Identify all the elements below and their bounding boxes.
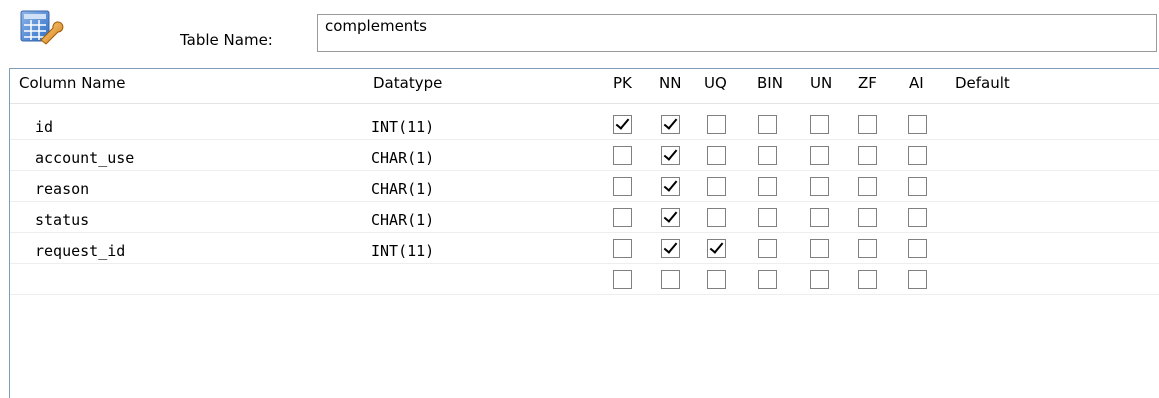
pk-checkbox[interactable] bbox=[613, 239, 632, 258]
row-column-name[interactable]: account_use bbox=[35, 149, 134, 167]
header-bin[interactable]: BIN bbox=[757, 74, 783, 92]
ai-checkbox[interactable] bbox=[908, 146, 927, 165]
ai-checkbox[interactable] bbox=[908, 115, 927, 134]
row-separator bbox=[10, 170, 1159, 171]
header-uq[interactable]: UQ bbox=[704, 74, 727, 92]
bin-checkbox[interactable] bbox=[758, 177, 777, 196]
zf-checkbox[interactable] bbox=[858, 239, 877, 258]
row-datatype[interactable]: CHAR(1) bbox=[371, 180, 434, 198]
row-separator bbox=[10, 232, 1159, 233]
table-name-input[interactable] bbox=[317, 14, 1157, 52]
ai-checkbox[interactable] bbox=[908, 208, 927, 227]
zf-checkbox[interactable] bbox=[858, 115, 877, 134]
table-edit-icon bbox=[20, 10, 64, 45]
uq-checkbox[interactable] bbox=[707, 208, 726, 227]
bin-checkbox[interactable] bbox=[758, 146, 777, 165]
row-column-name[interactable]: request_id bbox=[35, 242, 125, 260]
uq-checkbox[interactable] bbox=[707, 270, 726, 289]
nn-checkbox[interactable] bbox=[661, 270, 680, 289]
row-column-name[interactable]: id bbox=[35, 118, 53, 136]
pk-checkbox[interactable] bbox=[613, 270, 632, 289]
header-nn[interactable]: NN bbox=[659, 74, 681, 92]
nn-checkbox[interactable] bbox=[661, 239, 680, 258]
nn-checkbox[interactable] bbox=[661, 146, 680, 165]
zf-checkbox[interactable] bbox=[858, 208, 877, 227]
zf-checkbox[interactable] bbox=[858, 177, 877, 196]
header-divider bbox=[10, 103, 1159, 104]
un-checkbox[interactable] bbox=[810, 270, 829, 289]
header-default[interactable]: Default bbox=[955, 74, 1010, 92]
un-checkbox[interactable] bbox=[810, 115, 829, 134]
row-separator bbox=[10, 263, 1159, 264]
table-name-label: Table Name: bbox=[180, 31, 273, 49]
un-checkbox[interactable] bbox=[810, 146, 829, 165]
row-separator bbox=[10, 201, 1159, 202]
ai-checkbox[interactable] bbox=[908, 270, 927, 289]
header-zf[interactable]: ZF bbox=[858, 74, 877, 92]
bin-checkbox[interactable] bbox=[758, 270, 777, 289]
row-datatype[interactable]: CHAR(1) bbox=[371, 149, 434, 167]
un-checkbox[interactable] bbox=[810, 208, 829, 227]
pk-checkbox[interactable] bbox=[613, 177, 632, 196]
pk-checkbox[interactable] bbox=[613, 115, 632, 134]
row-datatype[interactable]: INT(11) bbox=[371, 242, 434, 260]
header-column-name[interactable]: Column Name bbox=[19, 74, 125, 92]
uq-checkbox[interactable] bbox=[707, 115, 726, 134]
row-column-name[interactable]: reason bbox=[35, 180, 89, 198]
row-separator bbox=[10, 294, 1159, 295]
uq-checkbox[interactable] bbox=[707, 146, 726, 165]
header-pk[interactable]: PK bbox=[613, 74, 632, 92]
bin-checkbox[interactable] bbox=[758, 115, 777, 134]
nn-checkbox[interactable] bbox=[661, 177, 680, 196]
un-checkbox[interactable] bbox=[810, 239, 829, 258]
ai-checkbox[interactable] bbox=[908, 239, 927, 258]
column-grid[interactable] bbox=[9, 68, 1159, 398]
bin-checkbox[interactable] bbox=[758, 208, 777, 227]
row-separator bbox=[10, 139, 1159, 140]
un-checkbox[interactable] bbox=[810, 177, 829, 196]
zf-checkbox[interactable] bbox=[858, 270, 877, 289]
row-datatype[interactable]: INT(11) bbox=[371, 118, 434, 136]
ai-checkbox[interactable] bbox=[908, 177, 927, 196]
header-datatype[interactable]: Datatype bbox=[373, 74, 442, 92]
row-datatype[interactable]: CHAR(1) bbox=[371, 211, 434, 229]
pk-checkbox[interactable] bbox=[613, 208, 632, 227]
row-column-name[interactable]: status bbox=[35, 211, 89, 229]
zf-checkbox[interactable] bbox=[858, 146, 877, 165]
uq-checkbox[interactable] bbox=[707, 239, 726, 258]
nn-checkbox[interactable] bbox=[661, 115, 680, 134]
header-un[interactable]: UN bbox=[810, 74, 832, 92]
pk-checkbox[interactable] bbox=[613, 146, 632, 165]
uq-checkbox[interactable] bbox=[707, 177, 726, 196]
header-ai[interactable]: AI bbox=[909, 74, 924, 92]
bin-checkbox[interactable] bbox=[758, 239, 777, 258]
nn-checkbox[interactable] bbox=[661, 208, 680, 227]
